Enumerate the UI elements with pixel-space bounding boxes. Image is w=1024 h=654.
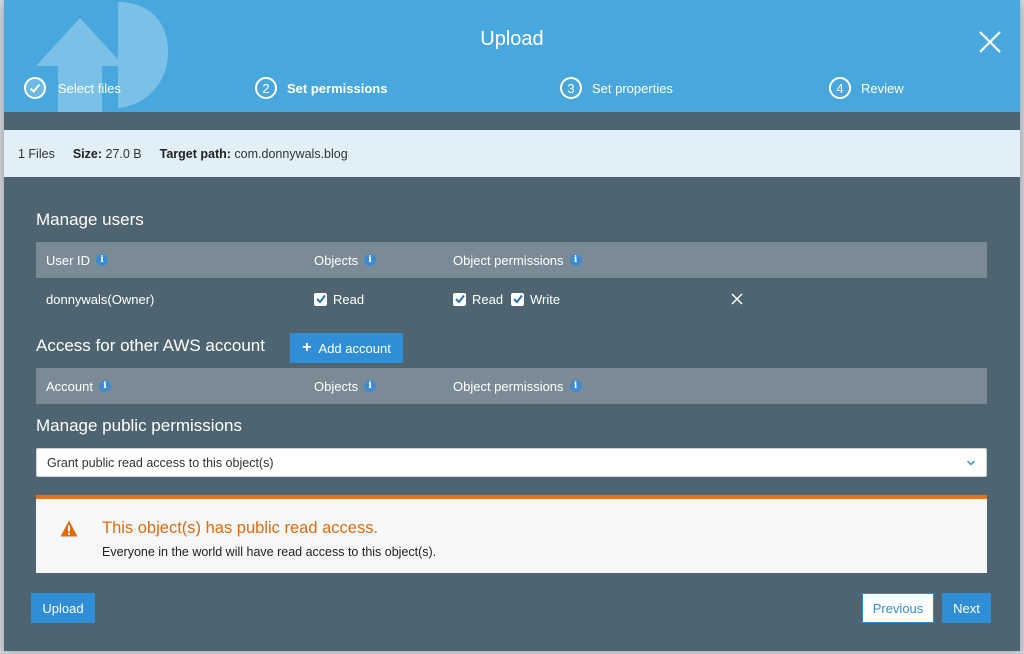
users-table-header: User ID i Objects i Object permissions i	[36, 242, 987, 278]
checkbox-label: Read	[333, 291, 365, 307]
column-label: Account	[46, 378, 93, 394]
user-id-cell: donnywals(Owner)	[46, 291, 155, 307]
chevron-down-icon	[966, 460, 976, 466]
objects-read-checkbox[interactable]	[314, 292, 327, 306]
upload-dialog: Upload Select files 2 Set permissions 3 …	[4, 0, 1020, 651]
dialog-header: Upload Select files 2 Set permissions 3 …	[4, 0, 1020, 112]
column-label: Object permissions	[453, 378, 564, 394]
target-path: Target path: com.donnywals.blog	[160, 147, 348, 161]
permission-read-checkbox-group: Read	[453, 279, 503, 319]
remove-user-button[interactable]	[731, 279, 743, 319]
objects-read-checkbox-group: Read	[314, 279, 364, 319]
step-label: Review	[861, 80, 904, 96]
selected-option: Grant public read access to this object(…	[47, 455, 274, 470]
column-user-id: User ID i	[46, 242, 109, 278]
column-label: Objects	[314, 252, 359, 268]
info-icon[interactable]: i	[364, 254, 377, 266]
wizard-steps: Select files 2 Set permissions 3 Set pro…	[4, 75, 1020, 101]
plus-icon: +	[302, 339, 312, 356]
previous-button[interactable]: Previous	[862, 593, 934, 623]
info-icon[interactable]: i	[569, 254, 582, 266]
step-label: Set properties	[592, 80, 673, 96]
close-icon	[731, 293, 743, 305]
column-label: Object permissions	[453, 252, 564, 268]
accounts-table-header: Account i Objects i Object permissions i	[36, 368, 987, 404]
checkmark-icon	[454, 294, 465, 304]
column-label: Objects	[314, 378, 359, 394]
checkmark-icon	[24, 77, 46, 99]
table-row: donnywals(Owner) Read Read Write	[36, 279, 987, 319]
permission-read-checkbox[interactable]	[453, 292, 466, 306]
upload-summary-bar: 1 Files Size: 27.0 B Target path: com.do…	[4, 130, 1020, 177]
step-label: Select files	[58, 80, 121, 96]
permission-write-checkbox-group: Write	[511, 279, 560, 319]
dialog-title: Upload	[480, 28, 544, 50]
step-number: 2	[255, 77, 277, 99]
step-review[interactable]: 4 Review	[829, 75, 904, 101]
file-count: 1 Files	[18, 146, 55, 161]
manage-users-heading: Manage users	[36, 210, 144, 229]
checkmark-icon	[315, 294, 326, 304]
column-account: Account i	[46, 368, 111, 404]
upload-button[interactable]: Upload	[31, 593, 95, 623]
add-account-button[interactable]: + Add account	[290, 333, 403, 363]
checkmark-icon	[512, 294, 523, 304]
step-select-files[interactable]: Select files	[24, 75, 121, 101]
public-access-warning: This object(s) has public read access. E…	[36, 495, 987, 573]
info-icon[interactable]: i	[96, 254, 109, 266]
step-set-properties[interactable]: 3 Set properties	[560, 75, 673, 101]
size-value: 27.0 B	[105, 146, 142, 161]
column-object-permissions: Object permissions i	[453, 368, 582, 404]
warning-title: This object(s) has public read access.	[102, 519, 379, 537]
add-account-label: Add account	[318, 340, 391, 356]
file-size: Size: 27.0 B	[73, 147, 142, 161]
column-object-permissions: Object permissions i	[453, 242, 582, 278]
public-permissions-select[interactable]: Grant public read access to this object(…	[36, 448, 987, 477]
public-permissions-heading: Manage public permissions	[36, 416, 242, 435]
checkbox-label: Write	[530, 291, 561, 307]
step-set-permissions[interactable]: 2 Set permissions	[255, 75, 387, 101]
info-icon[interactable]: i	[98, 380, 111, 392]
checkbox-label: Read	[472, 291, 504, 307]
step-label: Set permissions	[287, 80, 388, 96]
target-path-value: com.donnywals.blog	[234, 146, 348, 161]
step-number: 4	[829, 77, 851, 99]
step-number: 3	[560, 77, 582, 99]
permission-write-checkbox[interactable]	[511, 292, 524, 306]
size-label: Size:	[72, 146, 103, 161]
column-objects: Objects i	[314, 242, 377, 278]
column-objects: Objects i	[314, 368, 377, 404]
close-icon[interactable]	[976, 28, 1004, 56]
other-accounts-heading: Access for other AWS account	[36, 336, 265, 355]
warning-icon	[60, 520, 78, 537]
next-button[interactable]: Next	[942, 593, 991, 623]
info-icon[interactable]: i	[364, 380, 377, 392]
warning-text: Everyone in the world will have read acc…	[102, 545, 437, 559]
target-path-label: Target path:	[159, 146, 231, 161]
column-label: User ID	[46, 252, 91, 268]
info-icon[interactable]: i	[569, 380, 582, 392]
